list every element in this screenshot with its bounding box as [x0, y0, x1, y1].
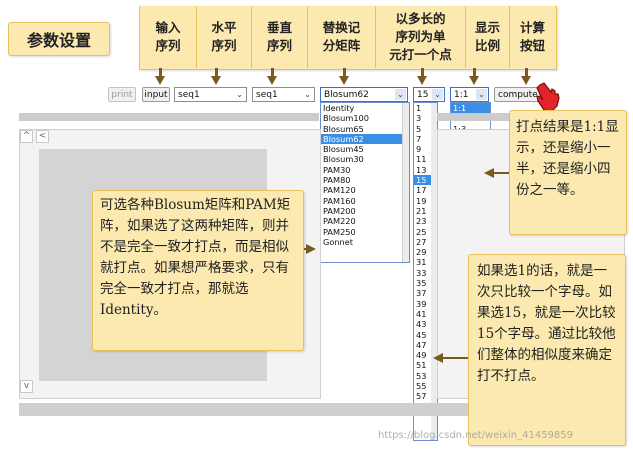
scale-select[interactable]: 1:1 ⌄ — [450, 87, 489, 102]
title-callout: 参数设置 — [8, 22, 110, 56]
matrix-select[interactable]: Blosum62 ⌄ — [320, 87, 408, 102]
window-option[interactable]: 57 — [414, 391, 432, 401]
window-value: 15 — [417, 89, 429, 100]
matrix-option[interactable]: Blosum100 — [321, 113, 409, 123]
matrix-option[interactable]: PAM250 — [321, 227, 409, 237]
scroll-up-button[interactable]: ^ — [20, 130, 33, 143]
left-arrow-icon — [484, 168, 494, 178]
window-option[interactable]: 49 — [414, 350, 432, 360]
window-note-callout: 如果选1的话，就是一次只比较一个字母。如果选15，就是一次比较15个字母。通过比… — [468, 254, 626, 446]
header-h-seq: 水平 序列 — [197, 6, 252, 68]
watermark: https://blog.csdn.net/weixin_41459859 — [378, 430, 574, 441]
window-option[interactable]: 23 — [414, 216, 432, 226]
scroll-left-button[interactable]: < — [36, 130, 49, 143]
left-arrow-icon — [306, 244, 316, 254]
down-arrow-icon — [155, 76, 165, 85]
down-arrow-icon — [339, 76, 349, 85]
h-seq-value: seq1 — [178, 89, 200, 100]
top-strip — [19, 113, 319, 121]
window-option[interactable]: 19 — [414, 196, 432, 206]
v-seq-value: seq1 — [256, 89, 278, 100]
matrix-note-text: 可选各种Blosum矩阵和PAM矩阵，如果选了这两种矩阵，则并不是完全一致才打点… — [100, 197, 291, 318]
window-option[interactable]: 9 — [414, 144, 432, 154]
window-option[interactable]: 41 — [414, 309, 432, 319]
matrix-list-scrollbar[interactable] — [402, 103, 409, 262]
h-seq-select[interactable]: seq1 ⌄ — [174, 87, 247, 102]
page-title: 参数设置 — [26, 31, 91, 50]
window-option[interactable]: 17 — [414, 185, 432, 195]
chevron-down-icon: ⌄ — [476, 89, 487, 100]
matrix-note-callout: 可选各种Blosum矩阵和PAM矩阵，如果选了这两种矩阵，则并不是完全一致才打点… — [92, 190, 304, 351]
chevron-down-icon: ⌄ — [304, 90, 311, 99]
matrix-value: Blosum62 — [324, 89, 369, 100]
window-option[interactable]: 45 — [414, 330, 432, 340]
matrix-dropdown-list[interactable]: Identity Blosum100 Blosum65 Blosum62 Blosum4… — [320, 102, 410, 263]
matrix-option[interactable]: Identity — [321, 103, 409, 113]
window-option[interactable]: 25 — [414, 227, 432, 237]
window-option[interactable]: 35 — [414, 278, 432, 288]
window-option[interactable]: 27 — [414, 237, 432, 247]
down-arrow-icon — [211, 76, 221, 85]
window-option[interactable]: 5 — [414, 124, 432, 134]
matrix-option[interactable]: Blosum65 — [321, 124, 409, 134]
scale-note-callout: 打点结果是1:1显示，还是缩小一半，还是缩小四份之一等。 — [509, 110, 627, 235]
matrix-option[interactable]: PAM160 — [321, 196, 409, 206]
window-option[interactable]: 29 — [414, 247, 432, 257]
window-option[interactable]: 37 — [414, 288, 432, 298]
window-option[interactable]: 15 — [414, 175, 432, 186]
matrix-option[interactable]: Blosum30 — [321, 154, 409, 164]
chevron-down-icon: ⌄ — [432, 89, 443, 100]
chevron-down-icon: ⌄ — [236, 90, 243, 99]
matrix-option[interactable]: PAM80 — [321, 175, 409, 185]
window-option[interactable]: 11 — [414, 154, 432, 164]
header-compute: 计算 按钮 — [510, 6, 555, 68]
window-option[interactable]: 33 — [414, 268, 432, 278]
window-option[interactable]: 51 — [414, 360, 432, 370]
header-v-seq: 垂直 序列 — [252, 6, 308, 68]
window-option[interactable]: 47 — [414, 340, 432, 350]
window-option[interactable]: 3 — [414, 113, 432, 123]
matrix-option[interactable]: Gonnet — [321, 237, 409, 247]
window-option[interactable]: 7 — [414, 134, 432, 144]
matrix-option[interactable]: PAM30 — [321, 165, 409, 175]
window-option[interactable]: 39 — [414, 299, 432, 309]
matrix-option[interactable]: PAM220 — [321, 216, 409, 226]
matrix-option[interactable]: Blosum45 — [321, 144, 409, 154]
matrix-option[interactable]: PAM200 — [321, 206, 409, 216]
scale-note-text: 打点结果是1:1显示，还是缩小一半，还是缩小四份之一等。 — [516, 119, 619, 198]
scroll-down-button[interactable]: v — [20, 380, 33, 393]
header-window: 以多长的 序列为单 元打一个点 — [376, 6, 466, 68]
scale-value: 1:1 — [454, 89, 469, 100]
print-button[interactable]: print — [108, 87, 136, 102]
scale-option[interactable]: 1:1 — [451, 103, 490, 114]
window-option[interactable]: 55 — [414, 381, 432, 391]
down-arrow-icon — [469, 76, 479, 85]
window-option[interactable]: 1 — [414, 103, 432, 113]
matrix-option[interactable]: Blosum62 — [321, 133, 409, 145]
v-seq-select[interactable]: seq1 ⌄ — [252, 87, 315, 102]
arrow-line — [440, 357, 468, 359]
input-button[interactable]: input — [142, 87, 170, 102]
chevron-down-icon: ⌄ — [395, 89, 406, 100]
window-note-text: 如果选1的话，就是一次只比较一个字母。如果选15，就是一次比较15个字母。通过比… — [477, 263, 616, 384]
down-arrow-icon — [267, 76, 277, 85]
header-matrix: 替换记 分矩阵 — [308, 6, 376, 68]
window-option[interactable]: 21 — [414, 206, 432, 216]
window-dropdown-list[interactable]: 1 3 5 7 9 11 13 15 17 19 21 23 25 27 29 31 33 35 37 39 41 43 4… — [413, 102, 433, 441]
window-select[interactable]: 15 ⌄ — [413, 87, 445, 102]
down-arrow-icon — [521, 76, 531, 85]
window-option[interactable]: 31 — [414, 257, 432, 267]
header-scale: 显示 比例 — [466, 6, 510, 68]
window-option[interactable]: 43 — [414, 319, 432, 329]
down-arrow-icon — [417, 76, 427, 85]
window-option[interactable]: 13 — [414, 165, 432, 175]
left-arrow-icon — [433, 353, 443, 363]
header-input-seq: 输入 序列 — [140, 6, 197, 68]
matrix-option[interactable]: PAM120 — [321, 185, 409, 195]
window-option[interactable]: 53 — [414, 371, 432, 381]
